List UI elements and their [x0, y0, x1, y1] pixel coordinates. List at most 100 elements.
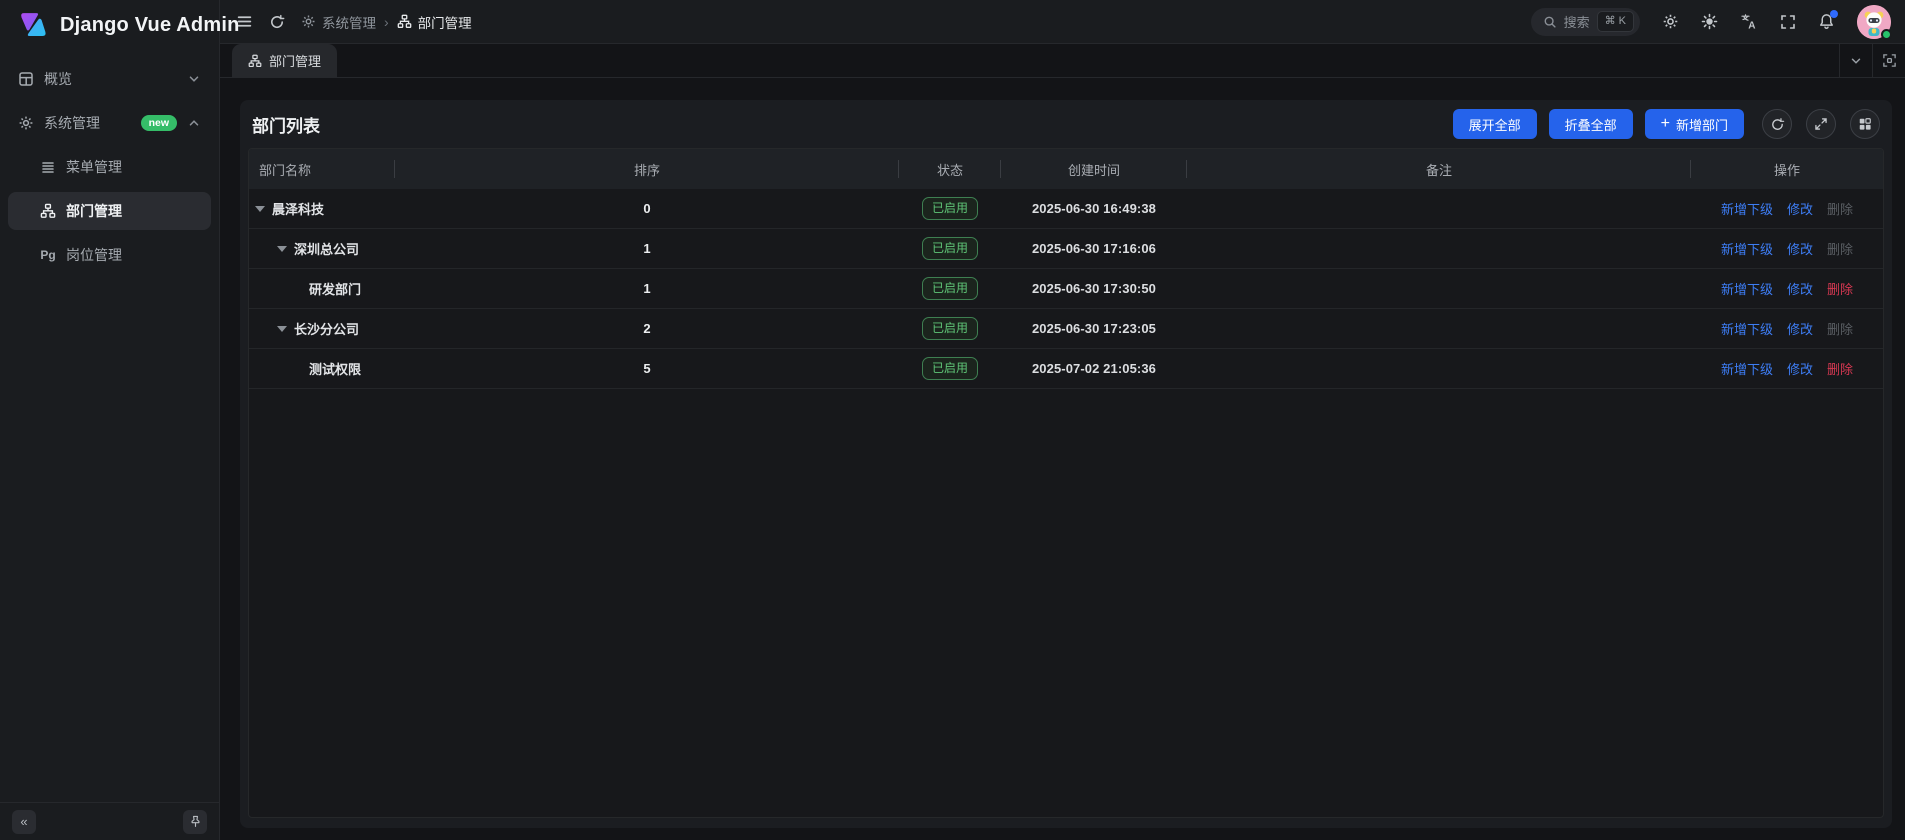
- created-time: 2025-06-30 16:49:38: [1032, 201, 1156, 216]
- table-row: 研发部门 1 已启用 2025-06-30 17:30:50 新增下级修改删除: [249, 269, 1883, 309]
- actions-cell: 新增下级修改删除: [1691, 189, 1883, 228]
- tree-expand-arrow-icon[interactable]: [277, 246, 287, 252]
- tab-bar: 部门管理: [220, 44, 1905, 78]
- refresh-icon: [1770, 117, 1785, 132]
- remark-cell: [1187, 349, 1691, 388]
- table-refresh-button[interactable]: [1762, 109, 1792, 139]
- column-header-created[interactable]: 创建时间: [1001, 149, 1187, 189]
- page-title: 部门列表: [252, 112, 320, 137]
- maximize-icon: [1882, 53, 1897, 68]
- status-cell: 已启用: [899, 309, 1001, 348]
- tree-expand-arrow-icon[interactable]: [255, 206, 265, 212]
- sidebar-item-system[interactable]: 系统管理 new: [8, 104, 211, 142]
- column-header-status[interactable]: 状态: [899, 149, 1001, 189]
- table-body: 晨泽科技0已启用2025-06-30 16:49:38新增下级修改删除深圳总公司…: [249, 189, 1883, 389]
- delete-link: 删除: [1827, 199, 1853, 218]
- org-chart-icon: [248, 54, 262, 68]
- refresh-icon: [269, 14, 285, 30]
- org-chart-icon: [397, 14, 412, 29]
- add-child-link[interactable]: 新增下级: [1721, 359, 1773, 378]
- org-chart-icon: [40, 203, 56, 219]
- created-time-cell: 2025-06-30 16:49:38: [1001, 189, 1187, 228]
- sort-cell: 1: [395, 229, 899, 268]
- app-window: Django Vue Admin 概览 系统管理 new: [0, 0, 1905, 840]
- search-shortcut-badge: ⌘ K: [1597, 11, 1634, 31]
- sort-value: 1: [643, 281, 650, 296]
- add-child-link[interactable]: 新增下级: [1721, 239, 1773, 258]
- notifications-button[interactable]: [1818, 13, 1835, 30]
- delete-link[interactable]: 删除: [1827, 359, 1853, 378]
- theme-toggle-button[interactable]: [1701, 13, 1718, 30]
- column-header-name[interactable]: 部门名称: [249, 149, 395, 189]
- app-title: Django Vue Admin: [60, 14, 240, 37]
- expand-all-button[interactable]: 展开全部: [1453, 109, 1537, 139]
- collapse-all-button[interactable]: 折叠全部: [1549, 109, 1633, 139]
- sidebar-item-label: 概览: [44, 69, 72, 89]
- gear-icon: [18, 115, 34, 131]
- created-time-cell: 2025-06-30 17:16:06: [1001, 229, 1187, 268]
- department-name-cell: 研发部门: [249, 269, 395, 308]
- sun-icon: [1701, 13, 1718, 30]
- breadcrumb-item-department[interactable]: 部门管理: [397, 12, 472, 32]
- status-badge: 已启用: [922, 277, 978, 300]
- pg-text-icon: Pg: [40, 248, 56, 262]
- pin-button[interactable]: [183, 810, 207, 834]
- breadcrumb-item-system[interactable]: 系统管理: [301, 12, 376, 32]
- actions-cell: 新增下级修改删除: [1691, 309, 1883, 348]
- column-header-actions[interactable]: 操作: [1691, 149, 1883, 189]
- fullscreen-icon: [1780, 14, 1796, 30]
- sort-value: 5: [643, 361, 650, 376]
- department-name: 长沙分公司: [294, 319, 359, 338]
- table-fullscreen-button[interactable]: [1806, 109, 1836, 139]
- add-child-link[interactable]: 新增下级: [1721, 199, 1773, 218]
- delete-link: 删除: [1827, 319, 1853, 338]
- breadcrumb-label: 部门管理: [418, 12, 472, 32]
- refresh-page-button[interactable]: [269, 14, 285, 30]
- add-child-link[interactable]: 新增下级: [1721, 279, 1773, 298]
- content-maximize-button[interactable]: [1872, 44, 1905, 77]
- logo[interactable]: Django Vue Admin: [0, 0, 219, 50]
- created-time: 2025-06-30 17:16:06: [1032, 241, 1156, 256]
- edit-link[interactable]: 修改: [1787, 239, 1813, 258]
- sidebar-item-label: 系统管理: [44, 113, 100, 133]
- breadcrumb: 系统管理 › 部门管理: [301, 12, 472, 32]
- language-button[interactable]: A: [1740, 13, 1758, 31]
- breadcrumb-separator-icon: ›: [384, 14, 389, 30]
- fullscreen-button[interactable]: [1780, 14, 1796, 30]
- created-time-cell: 2025-06-30 17:30:50: [1001, 269, 1187, 308]
- sort-cell: 1: [395, 269, 899, 308]
- column-header-sort[interactable]: 排序: [395, 149, 899, 189]
- user-avatar[interactable]: [1857, 5, 1891, 39]
- edit-link[interactable]: 修改: [1787, 199, 1813, 218]
- chevron-down-icon: [187, 72, 201, 86]
- actions-cell: 新增下级修改删除: [1691, 229, 1883, 268]
- add-department-button[interactable]: + 新增部门: [1645, 109, 1744, 139]
- actions-cell: 新增下级修改删除: [1691, 349, 1883, 388]
- tab-list-dropdown-button[interactable]: [1839, 44, 1872, 77]
- edit-link[interactable]: 修改: [1787, 359, 1813, 378]
- plus-icon: +: [1661, 116, 1670, 132]
- delete-link[interactable]: 删除: [1827, 279, 1853, 298]
- sidebar-collapse-button[interactable]: «: [12, 810, 36, 834]
- settings-button[interactable]: [1662, 13, 1679, 30]
- global-search[interactable]: 搜索 ⌘ K: [1531, 8, 1640, 36]
- expand-arrows-icon: [1814, 117, 1828, 131]
- tree-expand-arrow-icon[interactable]: [277, 326, 287, 332]
- sidebar-item-post-management[interactable]: Pg 岗位管理: [8, 236, 211, 274]
- status-cell: 已启用: [899, 189, 1001, 228]
- add-child-link[interactable]: 新增下级: [1721, 319, 1773, 338]
- edit-link[interactable]: 修改: [1787, 279, 1813, 298]
- sidebar-submenu-system: 菜单管理 部门管理 Pg 岗位管理: [8, 148, 211, 274]
- created-time-cell: 2025-06-30 17:23:05: [1001, 309, 1187, 348]
- sidebar-item-menu-management[interactable]: 菜单管理: [8, 148, 211, 186]
- department-name-cell: 深圳总公司: [249, 229, 395, 268]
- edit-link[interactable]: 修改: [1787, 319, 1813, 338]
- column-settings-button[interactable]: [1850, 109, 1880, 139]
- tab-department-management[interactable]: 部门管理: [232, 44, 337, 77]
- new-badge: new: [141, 115, 177, 132]
- column-header-remark[interactable]: 备注: [1187, 149, 1691, 189]
- status-cell: 已启用: [899, 269, 1001, 308]
- table-row: 长沙分公司2已启用2025-06-30 17:23:05新增下级修改删除: [249, 309, 1883, 349]
- sidebar-item-overview[interactable]: 概览: [8, 60, 211, 98]
- sidebar-item-department-management[interactable]: 部门管理: [8, 192, 211, 230]
